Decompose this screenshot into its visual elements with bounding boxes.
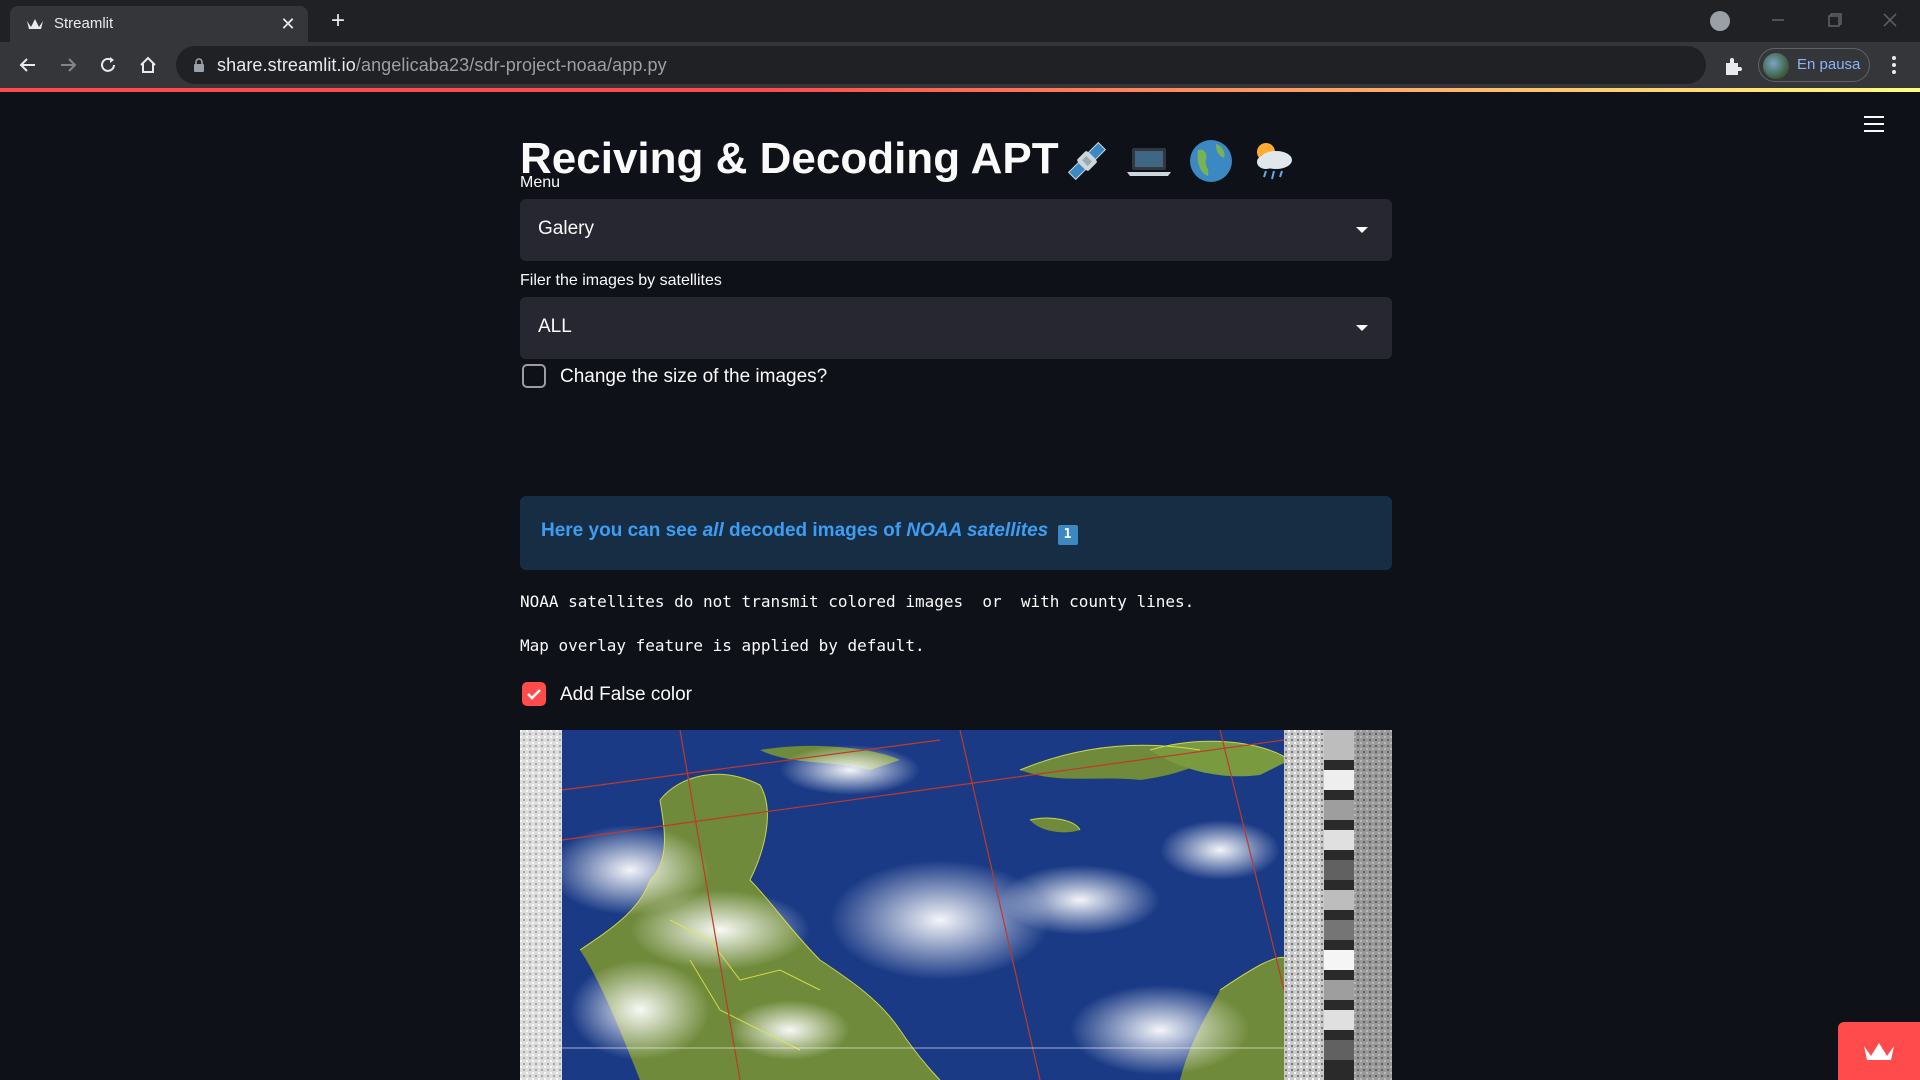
page-title: Reciving & Decoding APT xyxy=(520,134,1059,183)
reload-icon[interactable] xyxy=(94,51,122,79)
browser-toolbar: share.streamlit.io/angelicaba23/sdr-proj… xyxy=(0,42,1920,88)
browser-tab-bar: Streamlit ✕ + xyxy=(0,0,1920,42)
streamlit-favicon-icon xyxy=(27,19,43,29)
window-minimize-icon[interactable] xyxy=(1766,8,1790,32)
forward-icon[interactable] xyxy=(54,51,82,79)
check-icon xyxy=(527,689,541,700)
false-color-label[interactable]: Add False color xyxy=(560,684,692,706)
note-map-overlay: Map overlay feature is applied by defaul… xyxy=(520,636,925,655)
home-icon[interactable] xyxy=(134,51,162,79)
resize-images-checkbox[interactable] xyxy=(522,364,546,388)
streamlit-badge-button[interactable] xyxy=(1838,1022,1920,1080)
info-alert: Here you can see all decoded images of N… xyxy=(520,496,1392,570)
new-tab-button[interactable]: + xyxy=(324,8,352,36)
number-one-icon: 1 xyxy=(1057,525,1078,545)
avatar xyxy=(1763,53,1789,79)
satellite-filter-select[interactable]: ALL xyxy=(520,297,1392,359)
profile-button[interactable]: En pausa xyxy=(1758,48,1870,82)
browser-tab[interactable]: Streamlit ✕ xyxy=(10,6,308,42)
back-icon[interactable] xyxy=(14,51,42,79)
satellite-icon xyxy=(1067,141,1107,181)
tab-search-icon[interactable] xyxy=(1710,11,1730,31)
streamlit-crown-icon xyxy=(1864,1043,1894,1060)
tab-title: Streamlit xyxy=(54,15,114,32)
globe-icon xyxy=(1190,140,1232,182)
hamburger-menu-icon[interactable] xyxy=(1864,116,1884,134)
false-color-checkbox[interactable] xyxy=(522,682,546,706)
note-colored-images: NOAA satellites do not transmit colored … xyxy=(520,592,1195,611)
sun-cloud-rain-icon xyxy=(1257,143,1292,180)
menu-label: Menu xyxy=(520,174,561,191)
menu-select[interactable]: Galery xyxy=(520,199,1392,261)
chevron-down-icon xyxy=(1356,325,1368,331)
lock-icon[interactable] xyxy=(192,58,206,72)
resize-images-label[interactable]: Change the size of the images? xyxy=(560,366,827,388)
streamlit-decoration-bar xyxy=(0,88,1920,92)
laptop-icon xyxy=(1127,148,1171,176)
browser-menu-icon[interactable] xyxy=(1884,53,1904,77)
extensions-puzzle-icon[interactable] xyxy=(1722,55,1744,77)
menu-select-value: Galery xyxy=(538,218,594,239)
profile-status-label: En pausa xyxy=(1797,56,1861,73)
satellite-filter-value: ALL xyxy=(538,316,572,337)
url-text[interactable]: share.streamlit.io/angelicaba23/sdr-proj… xyxy=(217,55,667,76)
info-message: Here you can see all decoded images of N… xyxy=(541,520,1078,545)
window-restore-icon[interactable] xyxy=(1822,8,1846,32)
tab-close-icon[interactable]: ✕ xyxy=(278,14,298,34)
window-close-icon[interactable] xyxy=(1878,8,1902,32)
chevron-down-icon xyxy=(1356,227,1368,233)
noaa-satellite-image xyxy=(520,730,1392,1080)
title-emoji-group xyxy=(1062,136,1298,186)
filter-label: Filer the images by satellites xyxy=(520,272,722,289)
address-bar[interactable]: share.streamlit.io/angelicaba23/sdr-proj… xyxy=(176,46,1868,84)
